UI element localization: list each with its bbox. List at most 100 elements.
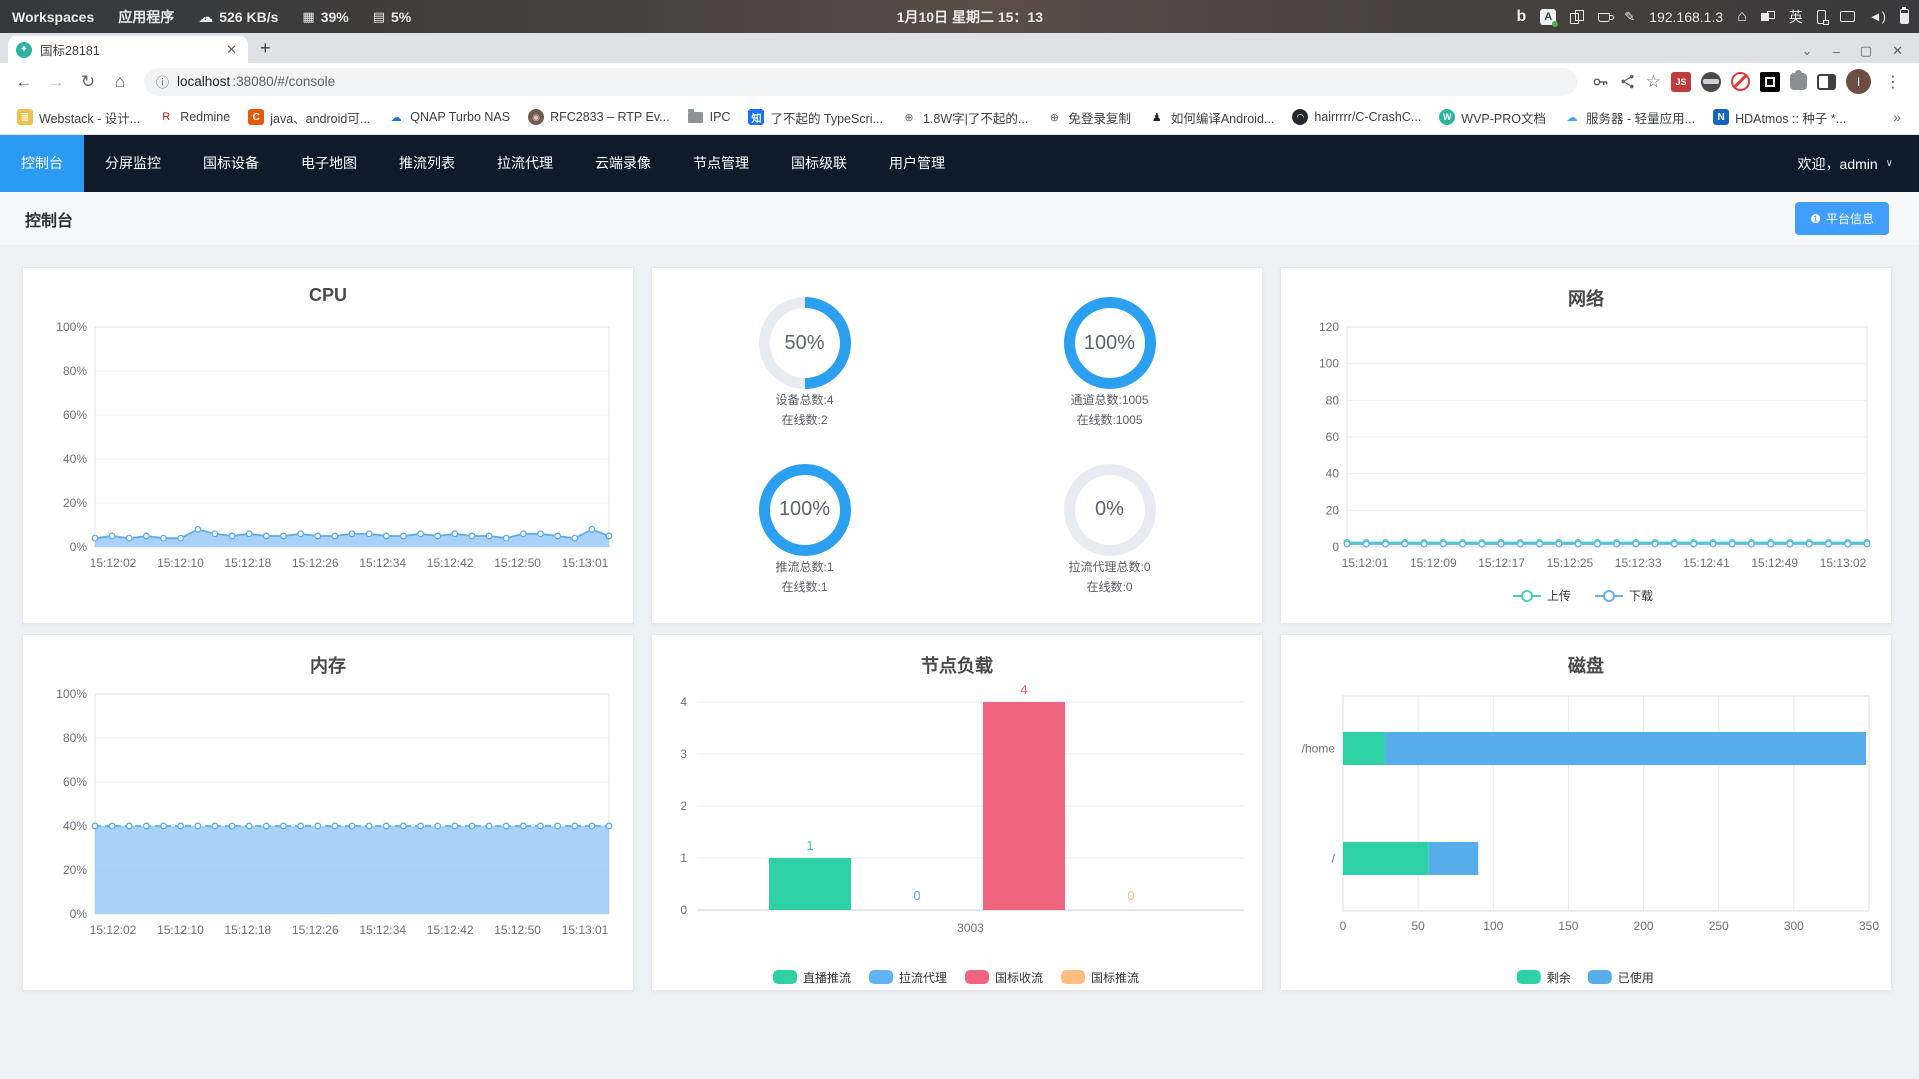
mem-usage-label: 5% (391, 8, 412, 25)
user-menu[interactable]: 欢迎，admin ∨ (1798, 154, 1919, 174)
progress-ring: 100% (758, 463, 851, 556)
bookmark-item[interactable]: ◠ hairrrrr/C-CrashC... (1285, 106, 1428, 128)
battery-icon[interactable] (1900, 7, 1909, 24)
disk-chart-title: 磁盘 (1568, 656, 1604, 676)
memory-icon: ▤ (372, 8, 386, 24)
browser-home-button[interactable]: ⌂ (106, 68, 134, 96)
clock[interactable]: 1月10日 星期二 15：13 (423, 7, 1516, 27)
chart-legend[interactable]: 上传 下载 (1513, 588, 1653, 603)
window-close-button[interactable]: ✕ (1884, 43, 1911, 59)
browser-menu-icon[interactable]: ⋮ (1881, 72, 1905, 92)
phone-link-icon[interactable] (1816, 9, 1829, 25)
workspaces-label: Workspaces (12, 8, 95, 25)
svg-text:国标推流: 国标推流 (1091, 971, 1139, 985)
password-key-icon[interactable] (1591, 73, 1609, 91)
bookmark-favicon-icon: ◉ (528, 109, 545, 125)
site-info-icon[interactable]: ⓘ (156, 72, 169, 91)
extension-js-icon[interactable]: JS (1671, 71, 1691, 92)
translate-tray-icon[interactable]: A (1540, 8, 1559, 27)
window-switcher-icon[interactable] (1760, 10, 1775, 23)
bookmark-item[interactable]: 知了不起的 TypeScri... (741, 105, 890, 130)
extensions-puzzle-icon[interactable] (1790, 70, 1807, 90)
svg-text:0%: 0% (70, 540, 88, 554)
profile-avatar[interactable]: I (1846, 69, 1871, 94)
bookmark-favicon-icon: ♟ (1151, 111, 1162, 124)
clipboard-tray-icon[interactable] (1570, 9, 1585, 24)
bookmark-star-icon[interactable]: ☆ (1646, 72, 1661, 92)
url-input[interactable]: ⓘ localhost:38080/#/console (144, 67, 1577, 96)
bookmark-item[interactable]: ⊕ 免登录复制 (1039, 105, 1138, 130)
window-minimize-button[interactable]: – (1825, 44, 1848, 59)
bookmarks-overflow-icon[interactable]: » (1885, 109, 1909, 125)
progress-ring: 0% (1063, 463, 1156, 556)
nav-tab-10[interactable]: 用户管理 (868, 135, 966, 192)
net-speed-label: 526 KB/s (219, 8, 279, 25)
tab-search-icon[interactable]: ⌄ (1794, 43, 1821, 59)
bookmark-label: Webstack - 设计... (39, 111, 141, 126)
tab-close-icon[interactable]: ✕ (223, 42, 240, 58)
bookmark-item[interactable]: ⊕ 1.8W字|了不起的... (894, 105, 1035, 130)
bookmark-item[interactable]: Cjava、android可... (241, 105, 377, 130)
bookmark-item[interactable]: ☁ QNAP Turbo NAS (381, 106, 517, 128)
reload-button[interactable]: ↻ (74, 68, 102, 96)
side-panel-icon[interactable] (1817, 73, 1836, 90)
svg-text:15:12:42: 15:12:42 (427, 923, 474, 937)
nav-tab-1[interactable]: 控制台 (0, 135, 84, 192)
svg-text:0: 0 (913, 888, 920, 903)
bookmark-item[interactable]: ♟ 如何编译Android... (1142, 105, 1282, 130)
bookmark-item[interactable]: N HDAtmos :: 种子 *... (1706, 105, 1853, 130)
forward-button[interactable]: → (42, 68, 70, 96)
bookmark-item[interactable]: ◉ RFC2833 – RTP Ev... (521, 106, 677, 128)
svg-text:250: 250 (1709, 919, 1729, 933)
cpu-icon: ▦ (302, 8, 315, 24)
input-method-indicator[interactable]: 英 (1789, 7, 1803, 27)
extension-adblock-icon[interactable] (1731, 72, 1750, 91)
new-tab-button[interactable]: + (248, 38, 283, 63)
bookmark-label: HDAtmos :: 种子 *... (1735, 111, 1847, 126)
applications-button[interactable]: 应用程序 (106, 7, 186, 27)
bookmark-item[interactable]: ☁ 服务器 - 轻量应用... (1557, 105, 1702, 130)
extension-frame-icon[interactable] (1760, 71, 1780, 92)
page-header: 控制台 ❶ 平台信息 (0, 192, 1919, 245)
display-icon[interactable] (1839, 11, 1855, 22)
volume-icon[interactable]: ◄) (1869, 9, 1886, 24)
nav-tab-7[interactable]: 云端录像 (574, 135, 672, 192)
stats-rings-card: 50% 设备总数:4 在线数:2 100% 通道总数:1005 在线数:1005 100% 推… (651, 267, 1263, 624)
bookmark-label: RFC2833 – RTP Ev... (550, 110, 670, 124)
bookmark-item[interactable]: R Redmine (151, 106, 237, 128)
chart-legend[interactable]: 剩余 已使用 (1516, 970, 1654, 985)
share-icon[interactable] (1619, 73, 1636, 90)
browser-tab[interactable]: ✦ 国标28181 ✕ (8, 36, 248, 63)
home-tray-icon[interactable]: ⌂ (1737, 8, 1747, 26)
tab-title: 国标28181 (40, 44, 100, 58)
svg-text:15:12:34: 15:12:34 (359, 923, 406, 937)
memory-chart-title: 内存 (310, 656, 346, 676)
bookmark-item[interactable]: W WVP-PRO文档 (1432, 105, 1553, 130)
nav-tab-4[interactable]: 电子地图 (280, 135, 378, 192)
bing-tray-icon[interactable]: b (1516, 8, 1526, 26)
ring-percent-label: 50% (769, 308, 840, 379)
svg-text:/home: /home (1302, 742, 1336, 756)
nav-tab-8[interactable]: 节点管理 (672, 135, 770, 192)
nav-tab-6[interactable]: 拉流代理 (476, 135, 574, 192)
svg-text:150: 150 (1558, 919, 1578, 933)
bookmark-item[interactable]: ≣ Webstack - 设计... (10, 105, 147, 130)
nav-tab-5[interactable]: 推流列表 (378, 135, 476, 192)
bookmark-favicon-icon: ⊕ (1049, 111, 1059, 124)
platform-info-button[interactable]: ❶ 平台信息 (1795, 202, 1889, 235)
window-restore-button[interactable]: ▢ (1852, 43, 1880, 59)
nav-tab-9[interactable]: 国标级联 (770, 135, 868, 192)
nav-tab-3[interactable]: 国标设备 (182, 135, 280, 192)
bookmark-item[interactable]: IPC (681, 106, 738, 128)
chart-legend[interactable]: 直播推流 拉流代理 国标收流 国标推流 (773, 970, 1139, 985)
svg-text:已使用: 已使用 (1618, 970, 1654, 985)
workspaces-button[interactable]: Workspaces (0, 7, 106, 27)
back-button[interactable]: ← (10, 68, 38, 96)
ip-address-label[interactable]: 192.168.1.3 (1649, 9, 1723, 25)
nav-tab-2[interactable]: 分屏监控 (84, 135, 182, 192)
svg-text:20%: 20% (63, 863, 87, 877)
download-icon: ☁ ↓ (198, 8, 214, 26)
caffeine-tray-icon[interactable] (1598, 13, 1615, 22)
extension-cookie-icon[interactable] (1701, 71, 1721, 92)
color-picker-tray-icon[interactable]: ✎ (1624, 9, 1635, 25)
